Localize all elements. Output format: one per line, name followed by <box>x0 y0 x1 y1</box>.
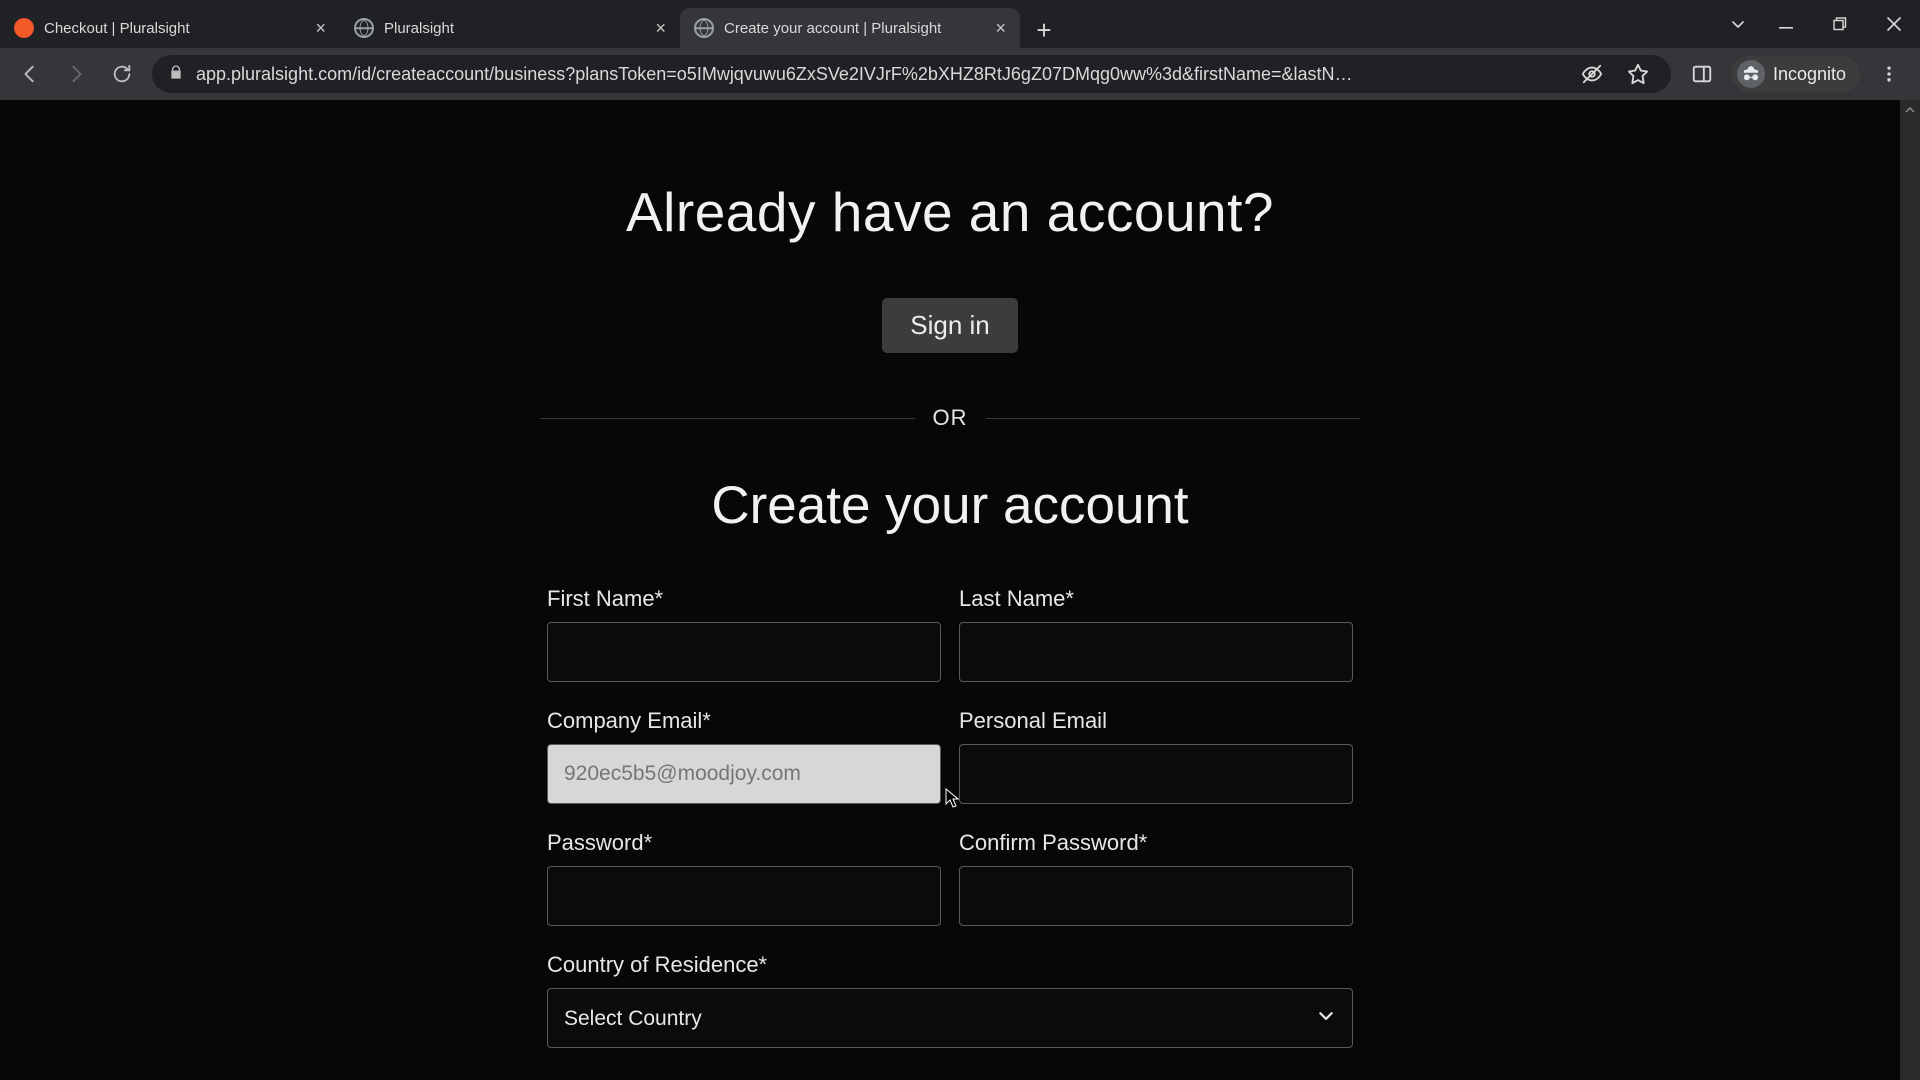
tab-strip: Checkout | Pluralsight × Pluralsight × C… <box>0 0 1920 48</box>
tracking-blocked-icon[interactable] <box>1575 57 1609 91</box>
password-field: Password* <box>547 830 941 926</box>
page-body: Already have an account? Sign in OR Crea… <box>0 100 1900 1080</box>
minimize-button[interactable] <box>1760 4 1812 44</box>
last-name-label: Last Name* <box>959 586 1353 612</box>
reload-button[interactable] <box>106 58 138 90</box>
confirm-password-input[interactable] <box>959 866 1353 926</box>
close-icon[interactable]: × <box>995 19 1006 37</box>
close-icon[interactable]: × <box>315 19 326 37</box>
tab-title: Pluralsight <box>384 20 645 37</box>
company-email-field: Company Email* <box>547 708 941 804</box>
tab-checkout[interactable]: Checkout | Pluralsight × <box>0 8 340 48</box>
window-close-button[interactable] <box>1868 4 1920 44</box>
first-name-field: First Name* <box>547 586 941 682</box>
country-select[interactable]: Select Country <box>547 988 1353 1048</box>
toolbar-right: Incognito <box>1685 56 1906 92</box>
back-button[interactable] <box>14 58 46 90</box>
last-name-input[interactable] <box>959 622 1353 682</box>
incognito-indicator[interactable]: Incognito <box>1731 56 1860 92</box>
tab-title: Checkout | Pluralsight <box>44 20 305 37</box>
maximize-button[interactable] <box>1814 4 1866 44</box>
confirm-password-label: Confirm Password* <box>959 830 1353 856</box>
scrollbar-up-icon[interactable] <box>1900 100 1920 120</box>
globe-icon <box>354 18 374 38</box>
tab-pluralsight[interactable]: Pluralsight × <box>340 8 680 48</box>
scrollbar[interactable] <box>1900 100 1920 1080</box>
heading-create-account: Create your account <box>520 475 1380 536</box>
create-account-form: First Name* Last Name* Company Email* Pe… <box>547 586 1353 1048</box>
heading-existing-account: Already have an account? <box>520 180 1380 244</box>
last-name-field: Last Name* <box>959 586 1353 682</box>
lock-icon <box>168 64 184 85</box>
viewport: Already have an account? Sign in OR Crea… <box>0 100 1920 1080</box>
divider: OR <box>540 405 1360 431</box>
country-field: Country of Residence* Select Country <box>547 952 1353 1048</box>
new-tab-button[interactable]: + <box>1026 12 1062 48</box>
window-controls <box>1718 0 1920 48</box>
globe-icon <box>694 18 714 38</box>
divider-label: OR <box>933 405 968 431</box>
confirm-password-field: Confirm Password* <box>959 830 1353 926</box>
kebab-menu-button[interactable] <box>1872 57 1906 91</box>
forward-button[interactable] <box>60 58 92 90</box>
incognito-icon <box>1737 60 1765 88</box>
tab-search-button[interactable] <box>1718 16 1758 32</box>
password-input[interactable] <box>547 866 941 926</box>
side-panel-button[interactable] <box>1685 57 1719 91</box>
personal-email-label: Personal Email <box>959 708 1353 734</box>
address-bar: app.pluralsight.com/id/createaccount/bus… <box>0 48 1920 100</box>
tab-title: Create your account | Pluralsight <box>724 20 985 37</box>
bookmark-icon[interactable] <box>1621 57 1655 91</box>
url-text: app.pluralsight.com/id/createaccount/bus… <box>196 64 1563 85</box>
sign-in-button[interactable]: Sign in <box>882 298 1018 353</box>
omnibox[interactable]: app.pluralsight.com/id/createaccount/bus… <box>152 55 1671 93</box>
tab-create-account[interactable]: Create your account | Pluralsight × <box>680 8 1020 48</box>
divider-line <box>540 418 915 419</box>
pluralsight-icon <box>14 18 34 38</box>
close-icon[interactable]: × <box>655 19 666 37</box>
personal-email-field: Personal Email <box>959 708 1353 804</box>
country-label: Country of Residence* <box>547 952 1353 978</box>
company-email-label: Company Email* <box>547 708 941 734</box>
personal-email-input[interactable] <box>959 744 1353 804</box>
divider-line <box>986 418 1361 419</box>
company-email-input[interactable] <box>547 744 941 804</box>
password-label: Password* <box>547 830 941 856</box>
first-name-label: First Name* <box>547 586 941 612</box>
incognito-label: Incognito <box>1773 64 1846 85</box>
first-name-input[interactable] <box>547 622 941 682</box>
